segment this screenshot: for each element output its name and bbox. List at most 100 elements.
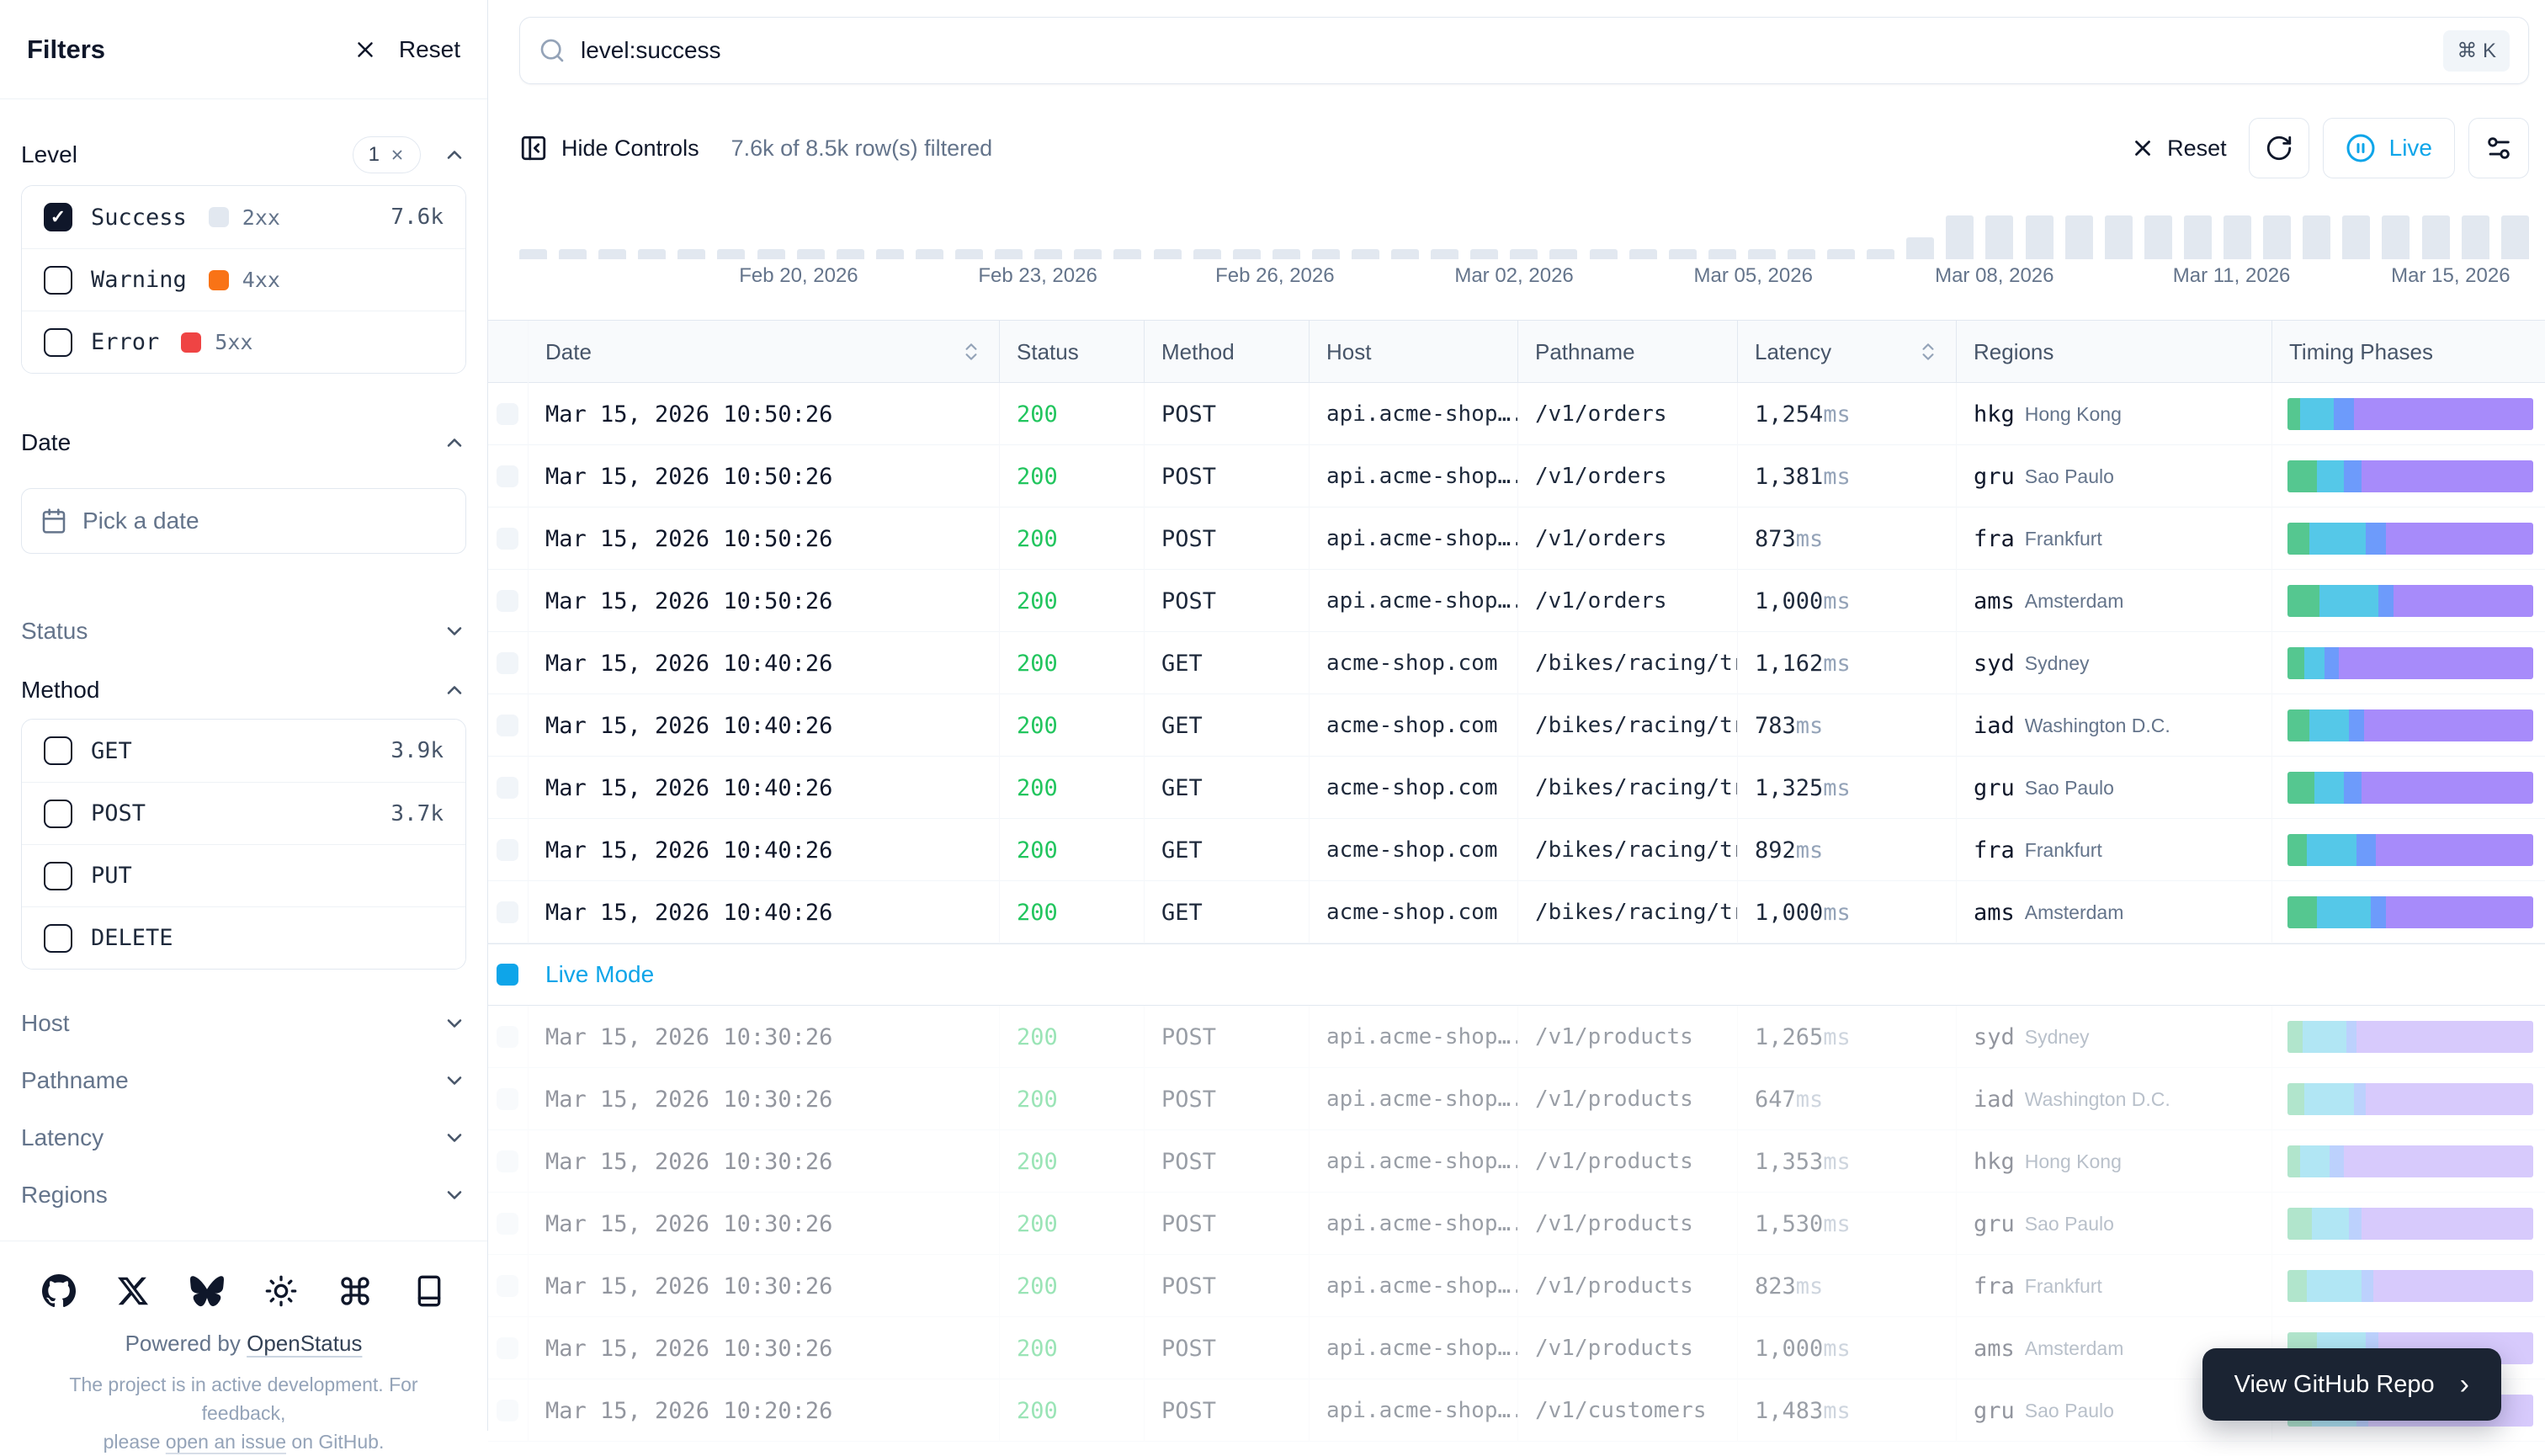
sort-chevrons-icon[interactable] bbox=[1917, 341, 1939, 363]
method-option-post[interactable]: POST3.7k bbox=[22, 782, 465, 844]
live-mode-row[interactable]: Live Mode bbox=[488, 943, 2545, 1006]
table-row[interactable]: Mar 15, 2026 10:40:26200GETacme-shop.com… bbox=[488, 632, 2545, 694]
timeline-histogram[interactable] bbox=[519, 212, 2529, 259]
bluesky-icon[interactable] bbox=[189, 1273, 225, 1309]
level-option-success[interactable]: ✓Success2xx7.6k bbox=[22, 186, 465, 248]
table-row[interactable]: Mar 15, 2026 10:30:26200POSTapi.acme-sho… bbox=[488, 1255, 2545, 1317]
row-select-cell[interactable] bbox=[488, 632, 529, 694]
section-pathname-header[interactable]: Pathname bbox=[21, 1062, 466, 1099]
row-select-cell[interactable] bbox=[488, 694, 529, 757]
level-option-error[interactable]: Error5xx bbox=[22, 311, 465, 373]
checkbox-unchecked[interactable] bbox=[44, 266, 72, 295]
table-row[interactable]: Mar 15, 2026 10:50:26200POSTapi.acme-sho… bbox=[488, 445, 2545, 507]
theme-sun-icon[interactable] bbox=[263, 1273, 299, 1309]
level-option-warning[interactable]: Warning4xx bbox=[22, 248, 465, 311]
row-select-cell[interactable] bbox=[488, 1193, 529, 1255]
table-row[interactable]: Mar 15, 2026 10:30:26200POSTapi.acme-sho… bbox=[488, 1130, 2545, 1193]
table-row[interactable]: Mar 15, 2026 10:30:26200POSTapi.acme-sho… bbox=[488, 1193, 2545, 1255]
table-row[interactable]: Mar 15, 2026 10:40:26200GETacme-shop.com… bbox=[488, 881, 2545, 943]
docs-tablet-icon[interactable] bbox=[412, 1273, 447, 1309]
checkbox-unchecked[interactable] bbox=[44, 800, 72, 828]
checkbox-unchecked[interactable] bbox=[44, 328, 72, 357]
view-settings-button[interactable] bbox=[2468, 118, 2529, 178]
method-option-delete[interactable]: DELETE bbox=[22, 906, 465, 969]
level-active-badge[interactable]: 1 bbox=[353, 136, 421, 173]
section-latency-header[interactable]: Latency bbox=[21, 1119, 466, 1156]
row-select-cell[interactable] bbox=[488, 1255, 529, 1317]
header-pathname[interactable]: Pathname bbox=[1518, 321, 1738, 383]
section-host-header[interactable]: Host bbox=[21, 1005, 466, 1042]
row-select-cell[interactable] bbox=[488, 507, 529, 570]
row-checkbox[interactable] bbox=[497, 1213, 518, 1235]
checkbox-unchecked[interactable] bbox=[44, 736, 72, 765]
refresh-button[interactable] bbox=[2249, 118, 2309, 178]
command-icon[interactable] bbox=[337, 1273, 373, 1309]
header-method[interactable]: Method bbox=[1145, 321, 1310, 383]
checkbox-checked[interactable]: ✓ bbox=[44, 203, 72, 231]
row-checkbox[interactable] bbox=[497, 1400, 518, 1421]
section-level-header[interactable]: Level 1 bbox=[21, 136, 466, 173]
row-select-cell[interactable] bbox=[488, 881, 529, 943]
row-checkbox[interactable] bbox=[497, 901, 518, 923]
row-checkbox[interactable] bbox=[497, 652, 518, 674]
row-select-cell[interactable] bbox=[488, 383, 529, 445]
section-method-header[interactable]: Method bbox=[21, 672, 466, 709]
live-toggle-button[interactable]: Live bbox=[2323, 118, 2455, 178]
row-select-cell[interactable] bbox=[488, 1006, 529, 1068]
search-input[interactable] bbox=[581, 37, 2443, 64]
checkbox-unchecked[interactable] bbox=[44, 924, 72, 953]
section-date-header[interactable]: Date bbox=[21, 424, 466, 461]
row-select-cell[interactable] bbox=[488, 757, 529, 819]
row-checkbox[interactable] bbox=[497, 1026, 518, 1048]
row-checkbox[interactable] bbox=[497, 1088, 518, 1110]
row-checkbox[interactable] bbox=[497, 1337, 518, 1359]
row-checkbox[interactable] bbox=[497, 465, 518, 487]
row-checkbox[interactable] bbox=[497, 403, 518, 425]
method-option-get[interactable]: GET3.9k bbox=[22, 720, 465, 782]
row-select-cell[interactable] bbox=[488, 445, 529, 507]
header-date[interactable]: Date bbox=[529, 321, 1000, 383]
github-icon[interactable] bbox=[41, 1273, 77, 1309]
x-twitter-icon[interactable] bbox=[115, 1273, 151, 1309]
row-select-cell[interactable] bbox=[488, 570, 529, 632]
row-checkbox[interactable] bbox=[497, 1150, 518, 1172]
table-row[interactable]: Mar 15, 2026 10:50:26200POSTapi.acme-sho… bbox=[488, 570, 2545, 632]
table-row[interactable]: Mar 15, 2026 10:40:26200GETacme-shop.com… bbox=[488, 694, 2545, 757]
table-row[interactable]: Mar 15, 2026 10:50:26200POSTapi.acme-sho… bbox=[488, 507, 2545, 570]
method-option-put[interactable]: PUT bbox=[22, 844, 465, 906]
header-select-cell[interactable] bbox=[488, 321, 529, 383]
filters-clear-icon[interactable] bbox=[347, 31, 384, 68]
checkbox-unchecked[interactable] bbox=[44, 862, 72, 890]
open-issue-link[interactable]: open an issue bbox=[166, 1431, 286, 1453]
table-row[interactable]: Mar 15, 2026 10:50:26200POSTapi.acme-sho… bbox=[488, 383, 2545, 445]
row-checkbox[interactable] bbox=[497, 777, 518, 799]
header-regions[interactable]: Regions bbox=[1957, 321, 2272, 383]
row-select-cell[interactable] bbox=[488, 819, 529, 881]
row-checkbox[interactable] bbox=[497, 839, 518, 861]
row-checkbox[interactable] bbox=[497, 528, 518, 550]
table-row[interactable]: Mar 15, 2026 10:30:26200POSTapi.acme-sho… bbox=[488, 1068, 2545, 1130]
table-row[interactable]: Mar 15, 2026 10:40:26200GETacme-shop.com… bbox=[488, 819, 2545, 881]
header-status[interactable]: Status bbox=[1000, 321, 1145, 383]
table-row[interactable]: Mar 15, 2026 10:40:26200GETacme-shop.com… bbox=[488, 757, 2545, 819]
header-timing-phases[interactable]: Timing Phases bbox=[2272, 321, 2545, 383]
row-checkbox[interactable] bbox=[497, 1275, 518, 1297]
section-status-header[interactable]: Status bbox=[21, 613, 466, 650]
table-row[interactable]: Mar 15, 2026 10:30:26200POSTapi.acme-sho… bbox=[488, 1006, 2545, 1068]
date-picker-input[interactable]: Pick a date bbox=[21, 488, 466, 554]
filters-reset-button[interactable]: Reset bbox=[399, 36, 460, 63]
view-github-repo-button[interactable]: View GitHub Repo › bbox=[2202, 1348, 2501, 1421]
sort-chevrons-icon[interactable] bbox=[960, 341, 982, 363]
hide-controls-button[interactable]: Hide Controls bbox=[519, 134, 699, 162]
header-latency[interactable]: Latency bbox=[1738, 321, 1957, 383]
openstatus-link[interactable]: OpenStatus bbox=[247, 1331, 362, 1356]
row-select-cell[interactable] bbox=[488, 1130, 529, 1193]
row-select-cell[interactable] bbox=[488, 1317, 529, 1379]
header-host[interactable]: Host bbox=[1310, 321, 1518, 383]
row-select-cell[interactable] bbox=[488, 1068, 529, 1130]
row-select-cell[interactable] bbox=[488, 1379, 529, 1442]
reset-filters-button[interactable]: Reset bbox=[2130, 136, 2227, 162]
row-checkbox[interactable] bbox=[497, 590, 518, 612]
row-checkbox[interactable] bbox=[497, 715, 518, 736]
section-regions-header[interactable]: Regions bbox=[21, 1177, 466, 1214]
